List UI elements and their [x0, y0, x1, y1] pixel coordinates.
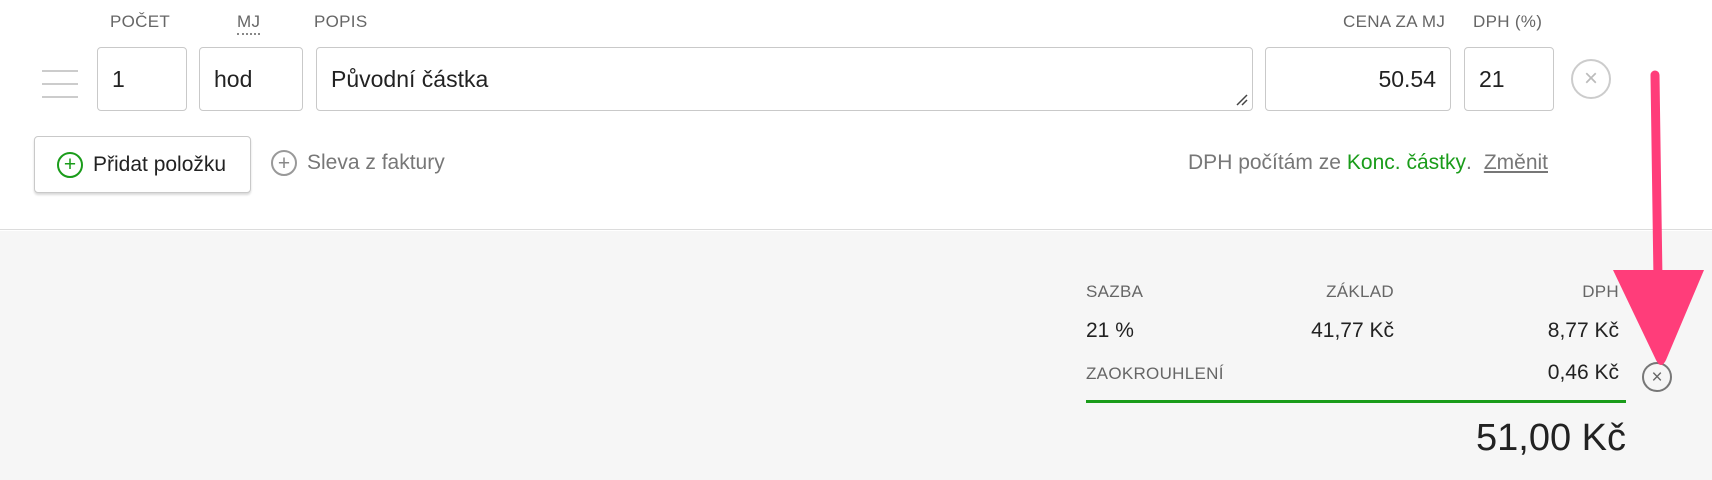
add-item-label: Přidat položku: [93, 152, 227, 176]
column-header-quantity: POČET: [110, 12, 171, 31]
column-header-unit: MJ: [237, 12, 261, 35]
unit-price-value: 50.54: [1378, 65, 1436, 92]
unit-price-input[interactable]: 50.54: [1265, 47, 1451, 111]
resize-handle-icon[interactable]: [1236, 94, 1248, 106]
column-header-description: POPIS: [314, 12, 368, 31]
invoice-discount-button[interactable]: + Sleva z faktury: [271, 150, 445, 176]
summary-header-vat: DPH: [1582, 282, 1619, 301]
unit-value: hod: [214, 65, 253, 92]
vat-info-dot: .: [1465, 151, 1472, 174]
plus-circle-icon: +: [57, 151, 83, 178]
description-value: Původní částka: [331, 65, 489, 92]
close-icon: ×: [1583, 65, 1598, 92]
vat-calculation-info: DPH počítám ze Konc. částky. Změnit: [1188, 151, 1548, 175]
description-textarea[interactable]: Původní částka: [316, 47, 1253, 111]
add-item-button[interactable]: + Přidat položku: [34, 136, 251, 193]
invoice-total: 51,00 Kč: [1476, 417, 1626, 459]
total-divider: [1086, 400, 1626, 403]
drag-handle-icon[interactable]: [42, 70, 78, 100]
invoice-items-section: POČET MJ POPIS CENA ZA MJ DPH (%) 1 hod …: [0, 0, 1712, 230]
summary-rate: 21 %: [1086, 319, 1134, 342]
vat-rate-value: 21: [1479, 65, 1505, 92]
close-icon: ×: [1651, 366, 1663, 388]
column-header-vat: DPH (%): [1473, 12, 1543, 31]
invoice-discount-label: Sleva z faktury: [307, 151, 445, 174]
summary-base: 41,77 Kč: [1311, 319, 1394, 342]
unit-input[interactable]: hod: [199, 47, 303, 111]
vat-info-prefix: DPH počítám ze: [1188, 151, 1341, 174]
summary-vat: 8,77 Kč: [1547, 319, 1619, 342]
remove-item-button[interactable]: ×: [1571, 59, 1611, 99]
remove-rounding-button[interactable]: ×: [1642, 362, 1672, 392]
change-vat-mode-link[interactable]: Změnit: [1484, 151, 1548, 175]
rounding-value: 0,46 Kč: [1547, 361, 1619, 384]
plus-circle-icon: +: [271, 150, 297, 176]
summary-header-base: ZÁKLAD: [1326, 282, 1394, 301]
summary-header-rate: SAZBA: [1086, 282, 1144, 301]
vat-rate-input[interactable]: 21: [1464, 47, 1554, 111]
column-header-unit-price: CENA ZA MJ: [1343, 12, 1446, 31]
vat-mode: Konc. částky: [1346, 151, 1466, 174]
quantity-value: 1: [112, 65, 125, 92]
quantity-input[interactable]: 1: [97, 47, 187, 111]
summary-section: [0, 231, 1712, 480]
rounding-label: ZAOKROUHLENÍ: [1086, 364, 1224, 383]
